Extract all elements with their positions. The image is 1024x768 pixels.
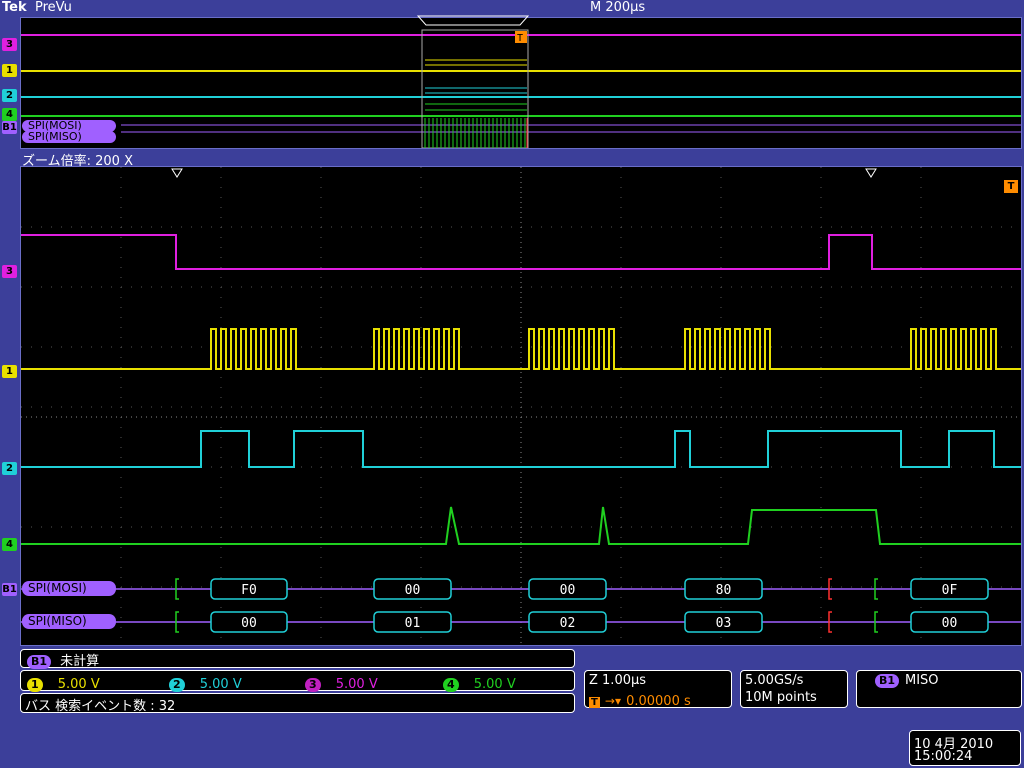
overview-waveforms: T bbox=[21, 29, 1021, 149]
overview-miso-label: SPI(MISO) bbox=[22, 131, 116, 143]
overview-ch2-marker[interactable]: 2 bbox=[2, 89, 17, 102]
bus-status-box[interactable]: B1 未計算 bbox=[20, 649, 575, 669]
ch1-scale-badge: 1 bbox=[27, 678, 43, 692]
brand-logo: Tek bbox=[2, 0, 27, 15]
search-events-text: バス 検索イベント数 : 32 bbox=[25, 699, 176, 714]
ch2-waveform bbox=[21, 430, 1021, 468]
ch1-ground-marker[interactable]: 1 bbox=[2, 365, 17, 378]
ch2-scale[interactable]: 2 5.00 V bbox=[169, 673, 242, 692]
mosi-packet-value: 0F bbox=[942, 583, 958, 598]
overview-ch3-marker[interactable]: 3 bbox=[2, 38, 17, 51]
bus-marker[interactable]: B1 bbox=[2, 583, 17, 596]
trigger-source-badge: B1 bbox=[875, 674, 900, 688]
acquisition-box[interactable]: 5.00GS/s 10M points bbox=[740, 670, 848, 708]
mosi-bus-label: SPI(MOSI) bbox=[22, 581, 116, 596]
time-text: 15:00:24 bbox=[914, 749, 973, 764]
trigger-source-text: MISO bbox=[905, 673, 939, 688]
ch3-scale[interactable]: 3 5.00 V bbox=[305, 673, 378, 692]
ch3-scale-value: 5.00 V bbox=[335, 677, 378, 692]
miso-packet-value: 03 bbox=[716, 616, 732, 631]
main-waveforms: F0 00 00 80 0F 00 01 02 03 00 bbox=[21, 167, 1021, 645]
overview-waveform-panel[interactable]: T bbox=[20, 17, 1022, 149]
mosi-packet-value: 00 bbox=[405, 583, 421, 598]
record-length: 10M points bbox=[745, 690, 817, 705]
trigger-position-value: 0.00000 s bbox=[626, 694, 691, 709]
trigger-level-marker[interactable]: T bbox=[1004, 180, 1018, 193]
trigger-arrow-icon: →▾ bbox=[604, 694, 621, 708]
ch2-ground-marker[interactable]: 2 bbox=[2, 462, 17, 475]
cursor-b-marker[interactable] bbox=[864, 167, 878, 179]
channel-scales-box[interactable]: 1 5.00 V 2 5.00 V 3 5.00 V 4 5.00 V bbox=[20, 670, 575, 692]
b1-badge: B1 bbox=[27, 655, 52, 669]
zoom-waveform-panel[interactable]: F0 00 00 80 0F 00 01 02 03 00 bbox=[20, 166, 1022, 646]
search-events-box[interactable]: バス 検索イベント数 : 32 bbox=[20, 693, 575, 714]
ch3-scale-badge: 3 bbox=[305, 678, 321, 692]
acquisition-mode: PreVu bbox=[35, 0, 72, 15]
overview-ch1-marker[interactable]: 1 bbox=[2, 64, 17, 77]
trigger-position-icon: T bbox=[589, 697, 600, 708]
trigger-source-box[interactable]: B1 MISO bbox=[856, 670, 1022, 708]
ch1-scale-value: 5.00 V bbox=[57, 677, 100, 692]
sample-rate: 5.00GS/s bbox=[745, 673, 804, 688]
ch2-scale-badge: 2 bbox=[169, 678, 185, 692]
miso-packet-value: 02 bbox=[560, 616, 576, 631]
miso-packet-value: 00 bbox=[241, 616, 257, 631]
ch4-ground-marker[interactable]: 4 bbox=[2, 538, 17, 551]
datetime-box: 10 4月 2010 15:00:24 bbox=[909, 730, 1021, 766]
ch3-ground-marker[interactable]: 3 bbox=[2, 265, 17, 278]
mosi-packet-value: 00 bbox=[560, 583, 576, 598]
miso-bus-label: SPI(MISO) bbox=[22, 614, 116, 629]
miso-packet-value: 01 bbox=[405, 616, 421, 631]
trigger-position: T →▾ 0.00000 s bbox=[589, 690, 691, 709]
cursor-a-marker[interactable] bbox=[170, 167, 184, 179]
miso-packet-value: 00 bbox=[942, 616, 958, 631]
mosi-packet-value: F0 bbox=[241, 583, 257, 598]
bus-status-text: 未計算 bbox=[60, 654, 100, 669]
ch4-scale[interactable]: 4 5.00 V bbox=[443, 673, 516, 692]
horizontal-settings-box[interactable]: Z 1.00µs T →▾ 0.00000 s bbox=[584, 670, 732, 709]
zoom-scale: Z 1.00µs bbox=[589, 673, 647, 688]
mosi-packet-value: 80 bbox=[716, 583, 732, 598]
overview-trigger-text: T bbox=[517, 33, 523, 44]
ch2-scale-value: 5.00 V bbox=[199, 677, 242, 692]
overview-ch4-marker[interactable]: 4 bbox=[2, 108, 17, 121]
overview-zoom-window-marker[interactable] bbox=[416, 14, 530, 28]
overview-bus-marker[interactable]: B1 bbox=[2, 121, 17, 134]
ch4-scale-value: 5.00 V bbox=[473, 677, 516, 692]
ch4-scale-badge: 4 bbox=[443, 678, 459, 692]
ch1-scale[interactable]: 1 5.00 V bbox=[27, 673, 100, 692]
timebase-readout[interactable]: M 200µs bbox=[590, 0, 645, 15]
